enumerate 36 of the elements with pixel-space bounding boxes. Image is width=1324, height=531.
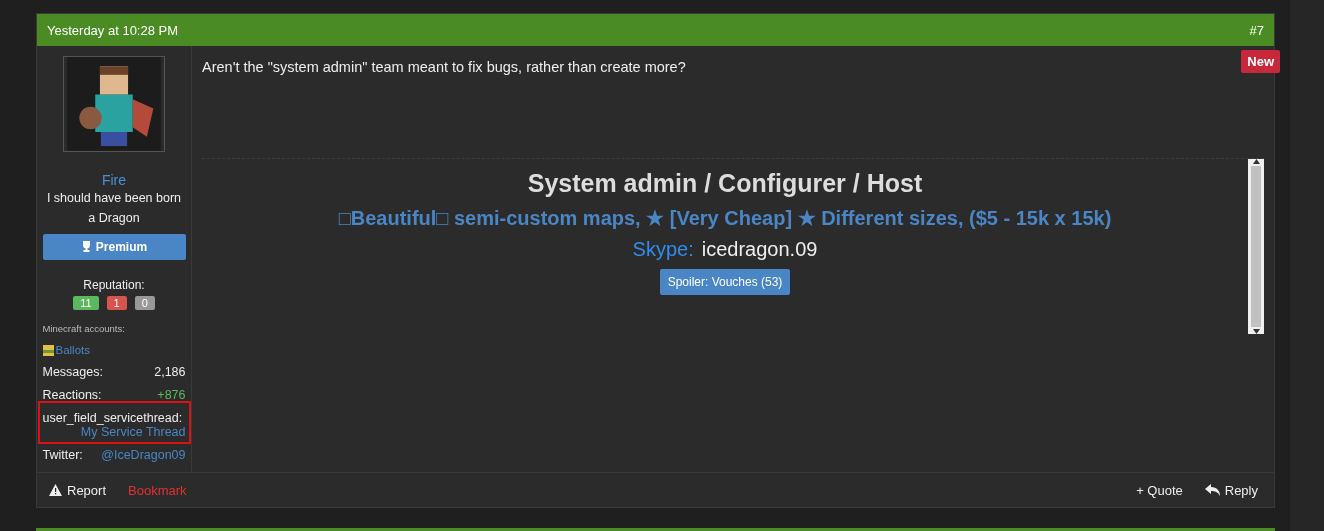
- stat-label: Messages:: [42, 365, 103, 379]
- warning-icon: [49, 484, 62, 496]
- reply-icon: [1204, 484, 1220, 496]
- quote-link[interactable]: + Quote: [1136, 482, 1183, 498]
- post-time: Yesterday at 10:28 PM: [47, 22, 179, 38]
- account-link[interactable]: Ballots: [55, 344, 91, 356]
- signature-tagline: □Beautiful□ semi-custom maps, ★ [Very Cheap] ★ Different sizes, ($5 - 15k x 15k): [338, 206, 1112, 230]
- post-number[interactable]: #7: [1249, 22, 1264, 38]
- spoiler-button[interactable]: Spoiler: Vouches (53): [659, 269, 791, 295]
- skype-name: icedragon.09: [701, 238, 818, 261]
- user-name[interactable]: Fire: [101, 171, 127, 188]
- signature-heading: System admin / Configurer / Host: [527, 169, 923, 198]
- reputation-label: Reputation:: [83, 278, 145, 292]
- stat-label: user_field_servicethread:: [42, 411, 183, 425]
- scroll-down-icon[interactable]: [1252, 329, 1260, 334]
- report-link[interactable]: Report: [49, 482, 107, 498]
- reply-link[interactable]: Reply: [1204, 482, 1258, 498]
- skype-label: Skype:: [632, 238, 694, 261]
- user-title: I should have been born a Dragon: [45, 189, 183, 227]
- post-message: Aren't the "system admin" team meant to fix bugs, rather than create more?: [202, 59, 686, 75]
- reputation-count: 0: [134, 296, 155, 310]
- rank-banner: Premium: [42, 233, 186, 260]
- reputation-count: 11: [73, 296, 99, 310]
- bookmark-link[interactable]: Bookmark: [128, 482, 187, 498]
- stat-label: Reactions:: [42, 388, 102, 402]
- scrollbar[interactable]: [1248, 159, 1264, 334]
- trophy-icon: [80, 241, 92, 253]
- scroll-up-icon[interactable]: [1252, 159, 1260, 164]
- accounts-label: Minecraft accounts:: [42, 323, 125, 334]
- stat-value: 2,186: [154, 365, 186, 379]
- stat-value[interactable]: @IceDragon09: [101, 448, 186, 462]
- stat-value[interactable]: My Service Thread: [80, 425, 186, 439]
- reputation-count: 1: [106, 296, 127, 310]
- new-badge: New: [1241, 50, 1280, 73]
- stat-label: Twitter:: [42, 448, 83, 462]
- stat-value: +876: [157, 388, 186, 402]
